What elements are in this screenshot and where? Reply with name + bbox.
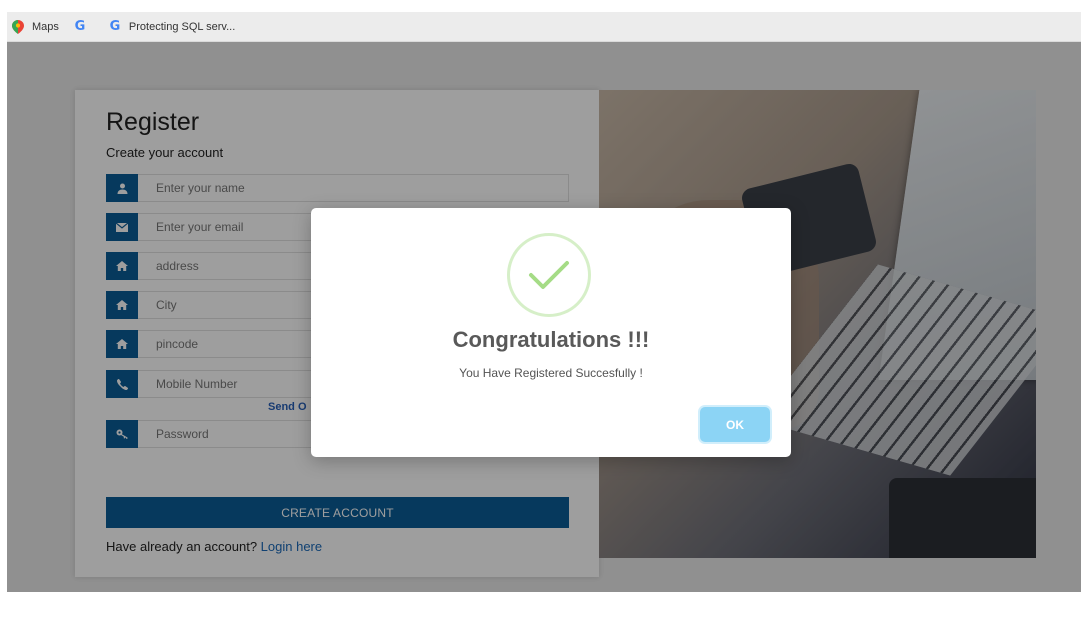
success-modal: Congratulations !!! You Have Registered … [311,208,791,457]
success-check-icon [507,233,591,317]
google-icon: G [74,19,86,34]
activation-watermark: Activate W Go to Settings [990,596,1062,630]
bookmarks-bar: Maps G G Protecting SQL serv... [7,12,1081,42]
bookmark-google[interactable]: G [73,19,94,34]
bookmark-protecting-sql[interactable]: G Protecting SQL serv... [108,19,236,34]
modal-title: Congratulations !!! [452,327,650,352]
bookmark-label: Protecting SQL serv... [128,20,236,33]
watermark-line-1: Activate W [990,596,1062,613]
bookmark-label: Maps [32,20,59,33]
ok-button[interactable]: OK [700,407,770,442]
watermark-line-2: Go to Settings [990,615,1060,627]
bookmark-maps[interactable]: Maps [11,19,59,34]
modal-message: You Have Registered Succesfully ! [459,366,643,380]
google-icon: G [109,19,121,34]
maps-pin-icon [11,19,25,34]
